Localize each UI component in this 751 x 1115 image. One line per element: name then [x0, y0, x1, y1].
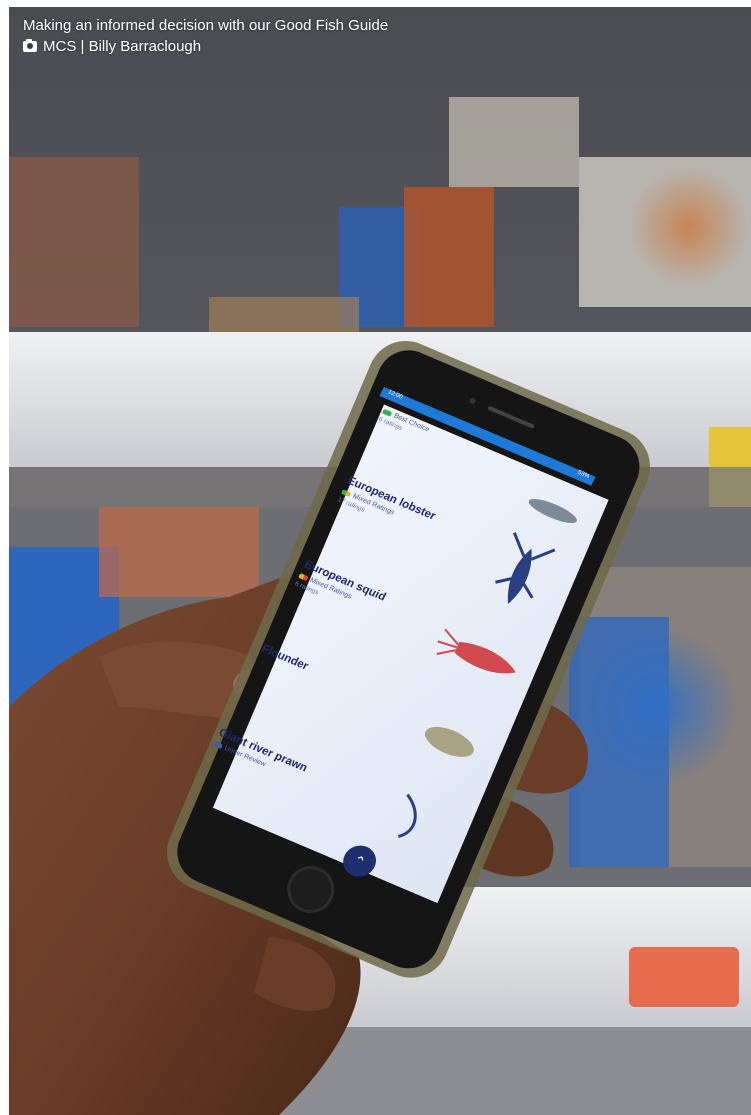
- chevron-up-icon: ⌃: [350, 851, 369, 871]
- rating-indicator: [298, 573, 309, 582]
- rating-indicator: [340, 489, 352, 498]
- rating-indicator: [381, 408, 393, 417]
- scroll-to-top-button[interactable]: ⌃: [337, 840, 382, 882]
- caption-title: Making an informed decision with our Goo…: [23, 17, 389, 34]
- list-item[interactable]: European lobster Mixed Ratings 17 rating…: [336, 475, 548, 587]
- photo-caption: Making an informed decision with our Goo…: [23, 15, 388, 57]
- photo-credit: MCS | Billy Barraclough: [23, 36, 388, 57]
- fish-name: European lobster: [344, 474, 438, 523]
- camera-icon: [23, 39, 37, 52]
- fish-name: Flounder: [259, 642, 311, 673]
- photo: 12:00 53% Best Choice 6 ratings European…: [9, 7, 751, 1115]
- credit-text: MCS | Billy Barraclough: [43, 38, 202, 55]
- list-item[interactable]: Flounder: [259, 643, 462, 738]
- fish-name: Giant river prawn: [216, 726, 310, 775]
- list-item[interactable]: Giant river prawn Under Review: [212, 727, 420, 831]
- fish-name: European squid: [302, 558, 388, 604]
- list-item[interactable]: European squid Mixed Ratings 6 ratings: [294, 559, 506, 671]
- rating-indicator: [212, 741, 224, 750]
